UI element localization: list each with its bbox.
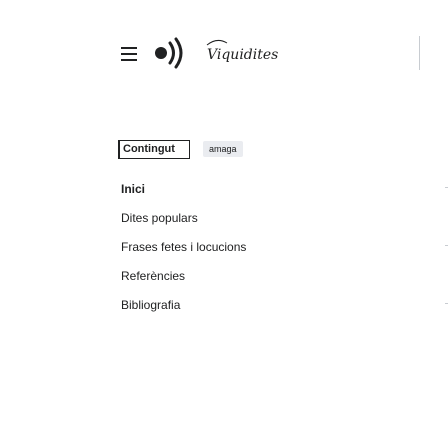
header: Viquidites xyxy=(0,0,448,100)
wordmark-text: Viquidites xyxy=(207,47,278,63)
header-divider xyxy=(419,36,420,70)
toc-item-frases-fetes[interactable]: Frases fetes i locucions xyxy=(121,240,246,254)
hamburger-menu-icon[interactable] xyxy=(121,47,137,61)
hide-toc-button[interactable]: amaga xyxy=(203,141,243,157)
wordmark-logo[interactable]: Viquidites xyxy=(205,33,283,71)
waves-logo-icon[interactable] xyxy=(152,36,192,70)
toc-item-referencies[interactable]: Referències xyxy=(121,269,185,283)
toc-item-dites-populars[interactable]: Dites populars xyxy=(121,211,198,225)
toc-item-inici[interactable]: Inici xyxy=(121,182,145,196)
tab-contents[interactable]: Contingut xyxy=(118,140,190,159)
page: Viquidites Contingut amaga Inici Dites p… xyxy=(0,0,448,448)
toc-item-bibliografia[interactable]: Bibliografia xyxy=(121,298,180,312)
